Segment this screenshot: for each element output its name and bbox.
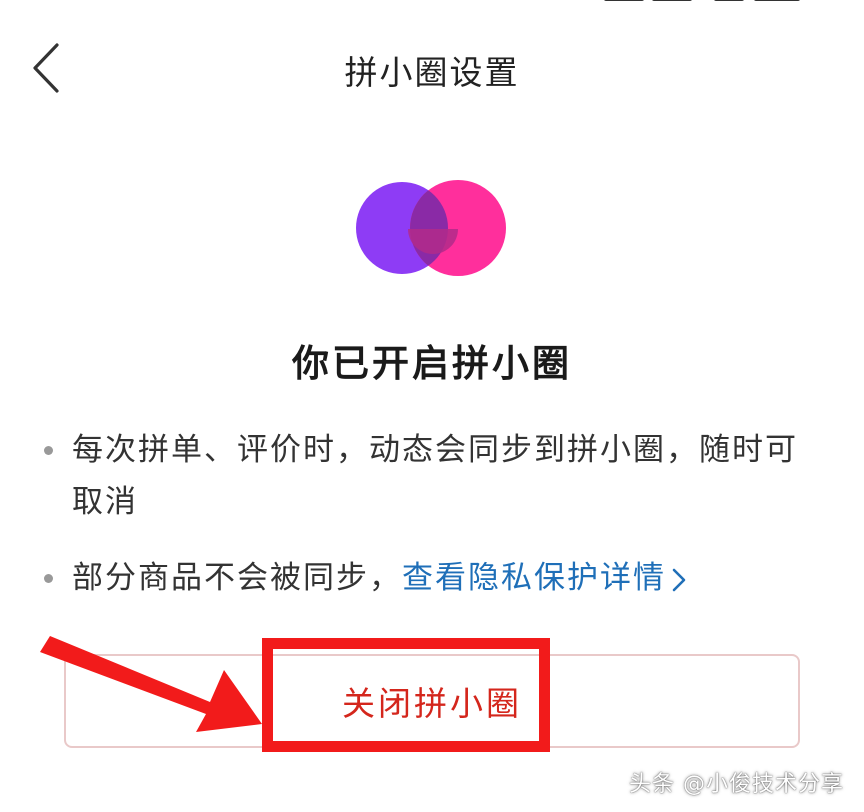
privacy-details-link[interactable]: 查看隐私保护详情 [402,560,686,596]
pinxiaoquan-logo [356,180,506,276]
page-title: 拼小圈设置 [344,53,520,92]
privacy-link-label: 查看隐私保护详情 [402,560,666,596]
info-bullet-sync: 每次拼单、评价时，动态会同步到拼小圈，随时可取消 [44,424,824,528]
settings-page: 拼小圈设置 你已开启拼小圈 每次拼单、评价时，动态会同步到拼小圈，随时可取消 部… [0,0,864,812]
bullet-dot [44,446,53,455]
status-bar-right [604,0,804,2]
bullet-text: 部分商品不会被同步， [72,560,402,596]
close-pinxiaoquan-button[interactable]: 关闭拼小圈 [64,654,800,748]
nav-bar: 拼小圈设置 [0,20,864,116]
bullet-dot [44,574,53,583]
bullet-text-wrapper: 部分商品不会被同步，查看隐私保护详情 [44,552,824,604]
chevron-right-icon [672,568,686,591]
watermark: 头条 @小俊技术分享 [629,772,844,797]
status-bar-left [56,0,206,2]
info-bullet-privacy: 部分商品不会被同步，查看隐私保护详情 [44,552,824,604]
status-headline: 你已开启拼小圈 [292,342,572,385]
bullet-text: 每次拼单、评价时，动态会同步到拼小圈，随时可取消 [72,432,798,520]
close-button-label: 关闭拼小圈 [342,684,522,723]
status-bar [0,0,864,6]
